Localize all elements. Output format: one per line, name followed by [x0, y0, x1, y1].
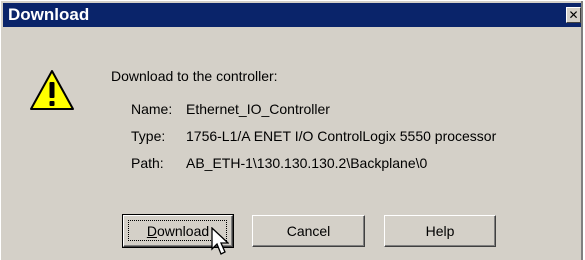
download-dialog: Download ✕ Download to the controller: N…	[0, 0, 583, 260]
close-icon: ✕	[568, 8, 579, 22]
type-label: Type:	[131, 128, 166, 144]
title-bar[interactable]: Download ✕	[3, 3, 583, 27]
close-button[interactable]: ✕	[566, 7, 581, 23]
name-label: Name:	[131, 101, 173, 117]
cancel-button[interactable]: Cancel	[252, 215, 365, 247]
window-title: Download	[8, 5, 90, 24]
path-label: Path:	[131, 155, 164, 171]
type-value: 1756-L1/A ENET I/O ControlLogix 5550 pro…	[186, 128, 497, 144]
warning-icon	[30, 70, 74, 110]
download-button[interactable]: Download	[122, 214, 234, 248]
help-button-label: Help	[425, 223, 455, 239]
download-button-label: Download	[146, 223, 210, 239]
cancel-button-label: Cancel	[286, 223, 331, 239]
name-value: Ethernet_IO_Controller	[186, 101, 330, 117]
dialog-heading: Download to the controller:	[111, 68, 278, 84]
path-value: AB_ETH-1\130.130.130.2\Backplane\0	[186, 155, 428, 171]
help-button[interactable]: Help	[384, 215, 496, 247]
